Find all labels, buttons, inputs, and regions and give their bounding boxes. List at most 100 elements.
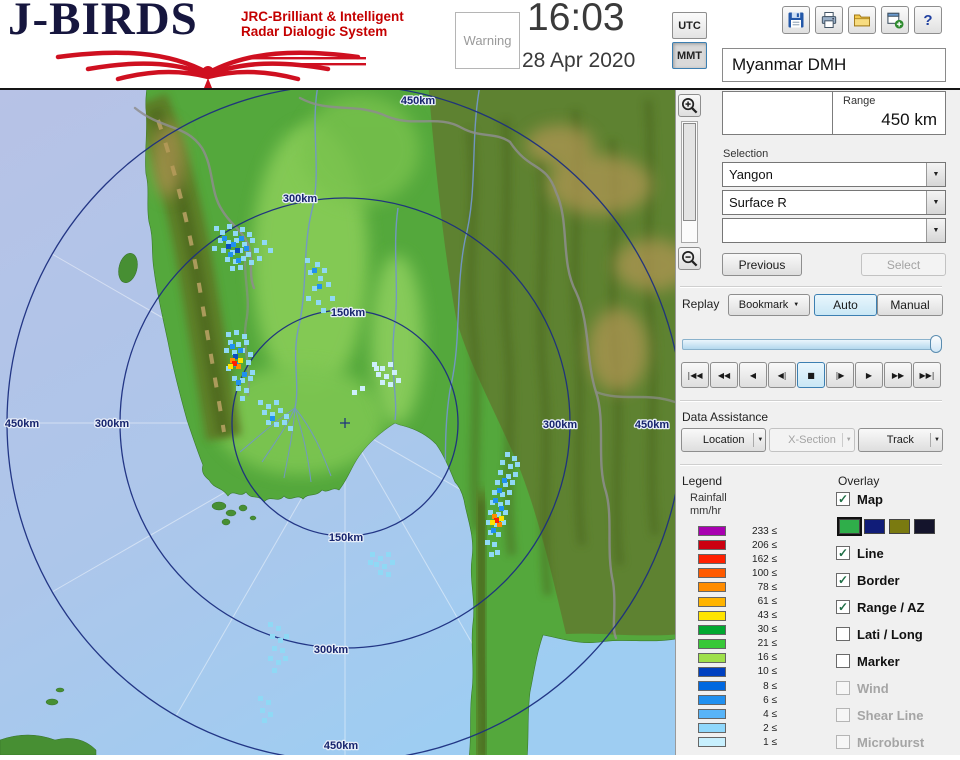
rewind-button[interactable]: ◀◀ [710, 362, 738, 388]
step-back-button[interactable]: ◀| [768, 362, 796, 388]
echo-pixel [388, 382, 393, 387]
add-window-button[interactable] [881, 6, 909, 34]
overlay-item-marker[interactable]: Marker [836, 652, 952, 670]
checkbox-line[interactable]: ✓ [836, 546, 850, 560]
separator [680, 400, 942, 402]
chevron-down-icon[interactable]: ▼ [930, 433, 940, 447]
overlay-item-border[interactable]: ✓ Border [836, 571, 952, 589]
mmt-button[interactable]: MMT [672, 42, 707, 69]
play-backward-button[interactable]: ◀ [739, 362, 767, 388]
location-button[interactable]: Location ▼ [681, 428, 767, 452]
chevron-down-icon[interactable]: ▼ [926, 191, 945, 214]
echo-pixel [239, 236, 244, 241]
slider-track[interactable] [682, 339, 940, 350]
echo-pixel [386, 572, 391, 577]
overlay-item-range-az[interactable]: ✓ Range / AZ [836, 598, 952, 616]
manual-mode-button[interactable]: Manual [877, 294, 943, 316]
overlay-item-shear-line[interactable]: Shear Line [836, 706, 952, 724]
chevron-down-icon[interactable]: ▼ [926, 163, 945, 186]
range-box: Range 450 km [722, 91, 946, 135]
toolbar: ? [782, 6, 942, 34]
stop-button[interactable]: ■ [797, 362, 825, 388]
zoom-out-button[interactable] [678, 247, 701, 270]
overlay-label: Line [857, 545, 884, 561]
range-ring-label: 150km [331, 307, 365, 319]
play-button[interactable]: ▶ [855, 362, 883, 388]
zoom-in-button[interactable] [678, 94, 701, 117]
echo-pixel [315, 262, 320, 267]
echo-pixel [260, 708, 265, 713]
bookmark-button[interactable]: Bookmark ▼ [728, 294, 810, 316]
open-folder-button[interactable] [848, 6, 876, 34]
echo-pixel [489, 552, 494, 557]
location-button-label: Location [702, 434, 745, 446]
step-forward-button[interactable]: |▶ [826, 362, 854, 388]
fast-forward-button[interactable]: ▶▶ [884, 362, 912, 388]
xsection-button[interactable]: X-Section ▼ [769, 428, 855, 452]
echo-pixel [497, 488, 502, 493]
map-style-swatch[interactable] [837, 516, 862, 536]
chevron-down-icon[interactable]: ▼ [926, 219, 945, 242]
product-dropdown[interactable]: Surface R ▼ [722, 190, 946, 215]
echo-pixel [322, 268, 327, 273]
overlay-title: Overlay [838, 474, 880, 488]
previous-button[interactable]: Previous [722, 253, 802, 276]
extra-dropdown[interactable]: ▼ [722, 218, 946, 243]
auto-mode-button[interactable]: Auto [814, 294, 877, 316]
replay-label: Replay [682, 297, 720, 311]
checkbox-map[interactable]: ✓ [836, 492, 850, 506]
chevron-down-icon[interactable]: ▼ [841, 433, 852, 447]
overlay-item-microburst[interactable]: Microburst [836, 733, 952, 751]
overlay-item-map[interactable]: ✓ Map [836, 490, 952, 508]
save-button[interactable] [782, 6, 810, 34]
help-button[interactable]: ? [914, 6, 942, 34]
checkbox-marker[interactable] [836, 654, 850, 668]
legend-value: 4 ≤ [763, 708, 777, 720]
data-assistance-label: Data Assistance [682, 410, 769, 424]
echo-pixel [240, 227, 245, 232]
echo-pixel [240, 396, 245, 401]
legend-color-swatch [698, 709, 726, 720]
checkbox-lati-long[interactable] [836, 627, 850, 641]
zoom-scrollbar[interactable] [681, 121, 698, 243]
select-button[interactable]: Select [861, 253, 946, 276]
legend-color-swatch [698, 596, 726, 607]
site-dropdown[interactable]: Yangon ▼ [722, 162, 946, 187]
legend-row: 233 ≤ [698, 524, 777, 538]
echo-pixel [505, 452, 510, 457]
skip-start-button[interactable]: |◀◀ [681, 362, 709, 388]
utc-button[interactable]: UTC [672, 12, 707, 39]
echo-pixel [510, 480, 515, 485]
legend-row: 100 ≤ [698, 566, 777, 580]
overlay-item-wind[interactable]: Wind [836, 679, 952, 697]
echo-pixel [515, 462, 520, 467]
skip-end-button[interactable]: ▶▶| [913, 362, 941, 388]
replay-timeline-slider[interactable] [682, 335, 942, 353]
map-style-swatch[interactable] [914, 518, 935, 534]
checkbox-wind[interactable] [836, 681, 850, 695]
zoom-scrollbar-thumb[interactable] [683, 123, 696, 221]
echo-pixel [268, 248, 273, 253]
radar-map[interactable]: 450km 300km 150km 150km 300km 450km 450km 300km… [0, 79, 684, 760]
slider-thumb[interactable] [930, 335, 942, 353]
checkbox-range-az[interactable]: ✓ [836, 600, 850, 614]
legend-color-swatch [698, 554, 726, 565]
map-style-swatch[interactable] [864, 518, 885, 534]
checkbox-shear-line[interactable] [836, 708, 850, 722]
legend-row: 2 ≤ [698, 721, 777, 735]
map-style-swatch[interactable] [889, 518, 910, 534]
echo-pixel [254, 248, 259, 253]
track-button[interactable]: Track ▼ [857, 428, 943, 452]
echo-pixel [250, 238, 255, 243]
echo-pixel [258, 400, 263, 405]
echo-pixel [272, 668, 277, 673]
warning-button[interactable]: Warning [455, 12, 520, 69]
chevron-down-icon[interactable]: ▼ [753, 433, 763, 447]
overlay-item-lati-long[interactable]: Lati / Long [836, 625, 952, 643]
print-button[interactable] [815, 6, 843, 34]
overlay-item-line[interactable]: ✓ Line [836, 544, 952, 562]
checkbox-microburst[interactable] [836, 735, 850, 749]
clock-date: 28 Apr 2020 [522, 49, 636, 72]
checkbox-border[interactable]: ✓ [836, 573, 850, 587]
echo-pixel [493, 498, 498, 503]
